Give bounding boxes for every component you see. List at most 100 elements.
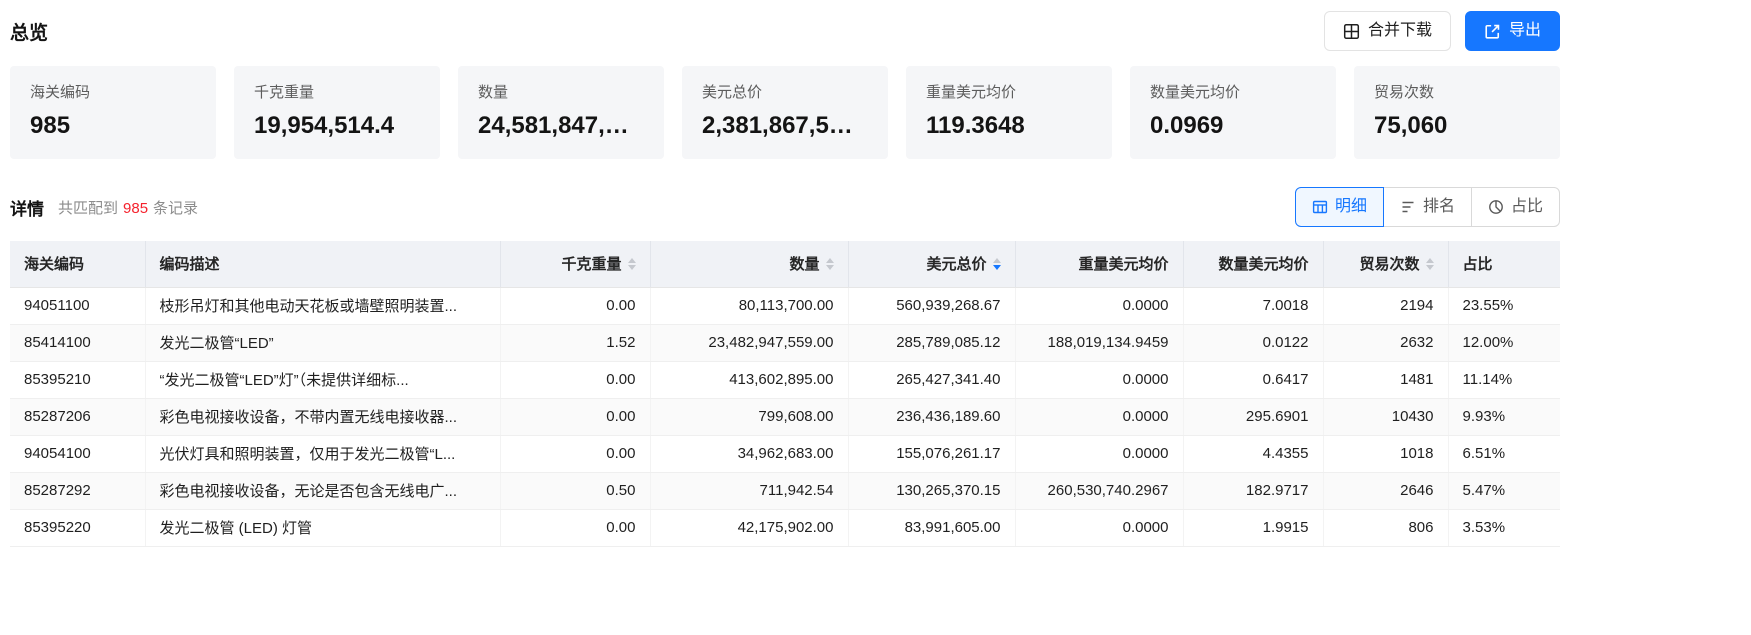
table-grid-icon	[1312, 199, 1328, 215]
card-value: 0.0969	[1150, 112, 1316, 140]
column-header-usd-total[interactable]: 美元总价	[848, 241, 1015, 287]
details-left: 详情 共匹配到985条记录	[10, 195, 198, 220]
card-label: 海关编码	[30, 81, 196, 102]
cell-quantity: 413,602,895.00	[650, 361, 848, 398]
cell-usd-total: 560,939,268.67	[848, 287, 1015, 324]
summary-card-5: 重量美元均价 119.3648	[906, 66, 1112, 159]
cell-kg-weight: 1.52	[500, 324, 650, 361]
cell-quantity: 711,942.54	[650, 472, 848, 509]
cell-weight-usd-avg: 0.0000	[1015, 398, 1183, 435]
match-prefix: 共匹配到	[58, 200, 118, 217]
cell-description: 彩色电视接收设备，无论是否包含无线电广...	[145, 472, 500, 509]
export-icon	[1484, 23, 1501, 40]
cell-kg-weight: 0.00	[500, 509, 650, 546]
card-label: 美元总价	[702, 81, 868, 102]
cell-usd-total: 265,427,341.40	[848, 361, 1015, 398]
cell-usd-total: 285,789,085.12	[848, 324, 1015, 361]
column-label: 占比	[1463, 253, 1493, 274]
topbar: 总览 合并下载 导出	[10, 8, 1560, 54]
export-button[interactable]: 导出	[1465, 11, 1560, 51]
card-label: 千克重量	[254, 81, 420, 102]
table-row: 85395210“发光二极管“LED”灯”（未提供详细标...0.00413,6…	[10, 361, 1560, 398]
tab-detail[interactable]: 明细	[1295, 187, 1384, 227]
cell-weight-usd-avg: 0.0000	[1015, 361, 1183, 398]
table-row: 85414100发光二极管“LED”1.5223,482,947,559.002…	[10, 324, 1560, 361]
card-label: 重量美元均价	[926, 81, 1092, 102]
cell-trade-count: 1481	[1323, 361, 1448, 398]
view-tab-group: 明细 排名 占比	[1295, 187, 1560, 227]
cell-quantity: 34,962,683.00	[650, 435, 848, 472]
column-label: 重量美元均价	[1078, 253, 1168, 274]
column-header-kg-weight[interactable]: 千克重量	[500, 241, 650, 287]
cell-quantity: 42,175,902.00	[650, 509, 848, 546]
sort-icon[interactable]	[1426, 258, 1434, 270]
cell-qty-usd-avg: 0.0122	[1183, 324, 1323, 361]
export-label: 导出	[1509, 23, 1541, 39]
summary-card-3: 数量24,581,847,…	[458, 66, 664, 159]
cell-share: 12.00%	[1448, 324, 1560, 361]
pie-icon	[1488, 199, 1504, 215]
column-header-weight-usd-avg: 重量美元均价	[1015, 241, 1183, 287]
cell-share: 5.47%	[1448, 472, 1560, 509]
cell-description: 发光二极管“LED”	[145, 324, 500, 361]
tab-label: 占比	[1511, 199, 1543, 215]
page-title: 总览	[10, 18, 48, 45]
cell-hs-code: 94051100	[10, 287, 145, 324]
cell-trade-count: 2632	[1323, 324, 1448, 361]
table-row: 94051100枝形吊灯和其他电动天花板或墙壁照明装置...0.0080,113…	[10, 287, 1560, 324]
tab-label: 排名	[1423, 199, 1455, 215]
page: 总览 合并下载 导出 海关编码 985 千克重量19,954,514.4数量24,5…	[0, 0, 1560, 547]
cell-share: 9.93%	[1448, 398, 1560, 435]
cell-hs-code: 85395220	[10, 509, 145, 546]
match-text: 共匹配到985条记录	[58, 197, 198, 218]
sort-icon[interactable]	[993, 258, 1001, 270]
column-label: 千克重量	[561, 253, 621, 274]
column-header-hs-code: 海关编码	[10, 241, 145, 287]
merge-download-button[interactable]: 合并下载	[1324, 11, 1451, 51]
cell-qty-usd-avg: 4.4355	[1183, 435, 1323, 472]
merge-download-icon	[1343, 23, 1360, 40]
column-label: 贸易次数	[1359, 253, 1419, 274]
cell-trade-count: 10430	[1323, 398, 1448, 435]
card-label: 数量美元均价	[1150, 81, 1316, 102]
sort-icon[interactable]	[826, 258, 834, 270]
cell-kg-weight: 0.00	[500, 361, 650, 398]
column-label: 数量美元均价	[1218, 253, 1308, 274]
tab-ranking[interactable]: 排名	[1383, 187, 1472, 227]
card-value: 119.3648	[926, 112, 1092, 140]
card-label: 贸易次数	[1374, 81, 1540, 102]
cell-quantity: 23,482,947,559.00	[650, 324, 848, 361]
column-header-quantity[interactable]: 数量	[650, 241, 848, 287]
cell-share: 23.55%	[1448, 287, 1560, 324]
cell-weight-usd-avg: 0.0000	[1015, 509, 1183, 546]
summary-card-1: 海关编码 985	[10, 66, 216, 159]
cell-weight-usd-avg: 188,019,134.9459	[1015, 324, 1183, 361]
cell-qty-usd-avg: 182.9717	[1183, 472, 1323, 509]
cell-hs-code: 85287292	[10, 472, 145, 509]
cell-trade-count: 2194	[1323, 287, 1448, 324]
summary-card-2: 千克重量19,954,514.4	[234, 66, 440, 159]
table-row: 85395220发光二极管 (LED) 灯管0.0042,175,902.008…	[10, 509, 1560, 546]
cell-weight-usd-avg: 260,530,740.2967	[1015, 472, 1183, 509]
cell-qty-usd-avg: 0.6417	[1183, 361, 1323, 398]
cell-hs-code: 85395210	[10, 361, 145, 398]
cell-hs-code: 85414100	[10, 324, 145, 361]
table-header-row: 海关编码编码描述千克重量数量美元总价重量美元均价数量美元均价贸易次数占比	[10, 241, 1560, 287]
table-header: 海关编码编码描述千克重量数量美元总价重量美元均价数量美元均价贸易次数占比	[10, 241, 1560, 287]
tab-proportion[interactable]: 占比	[1471, 187, 1560, 227]
cell-share: 3.53%	[1448, 509, 1560, 546]
column-header-qty-usd-avg: 数量美元均价	[1183, 241, 1323, 287]
cell-hs-code: 85287206	[10, 398, 145, 435]
cell-description: 光伏灯具和照明装置，仅用于发光二极管“L...	[145, 435, 500, 472]
table-body: 94051100枝形吊灯和其他电动天花板或墙壁照明装置...0.0080,113…	[10, 287, 1560, 546]
cell-quantity: 799,608.00	[650, 398, 848, 435]
sort-icon[interactable]	[628, 258, 636, 270]
summary-cards: 海关编码 985 千克重量19,954,514.4数量24,581,847,… 美元总…	[10, 66, 1560, 159]
column-header-trade-count[interactable]: 贸易次数	[1323, 241, 1448, 287]
card-value: 985	[30, 112, 196, 140]
details-title: 详情	[10, 195, 44, 220]
merge-download-label: 合并下载	[1368, 23, 1432, 39]
cell-share: 6.51%	[1448, 435, 1560, 472]
match-suffix: 条记录	[153, 200, 198, 217]
cell-kg-weight: 0.50	[500, 472, 650, 509]
